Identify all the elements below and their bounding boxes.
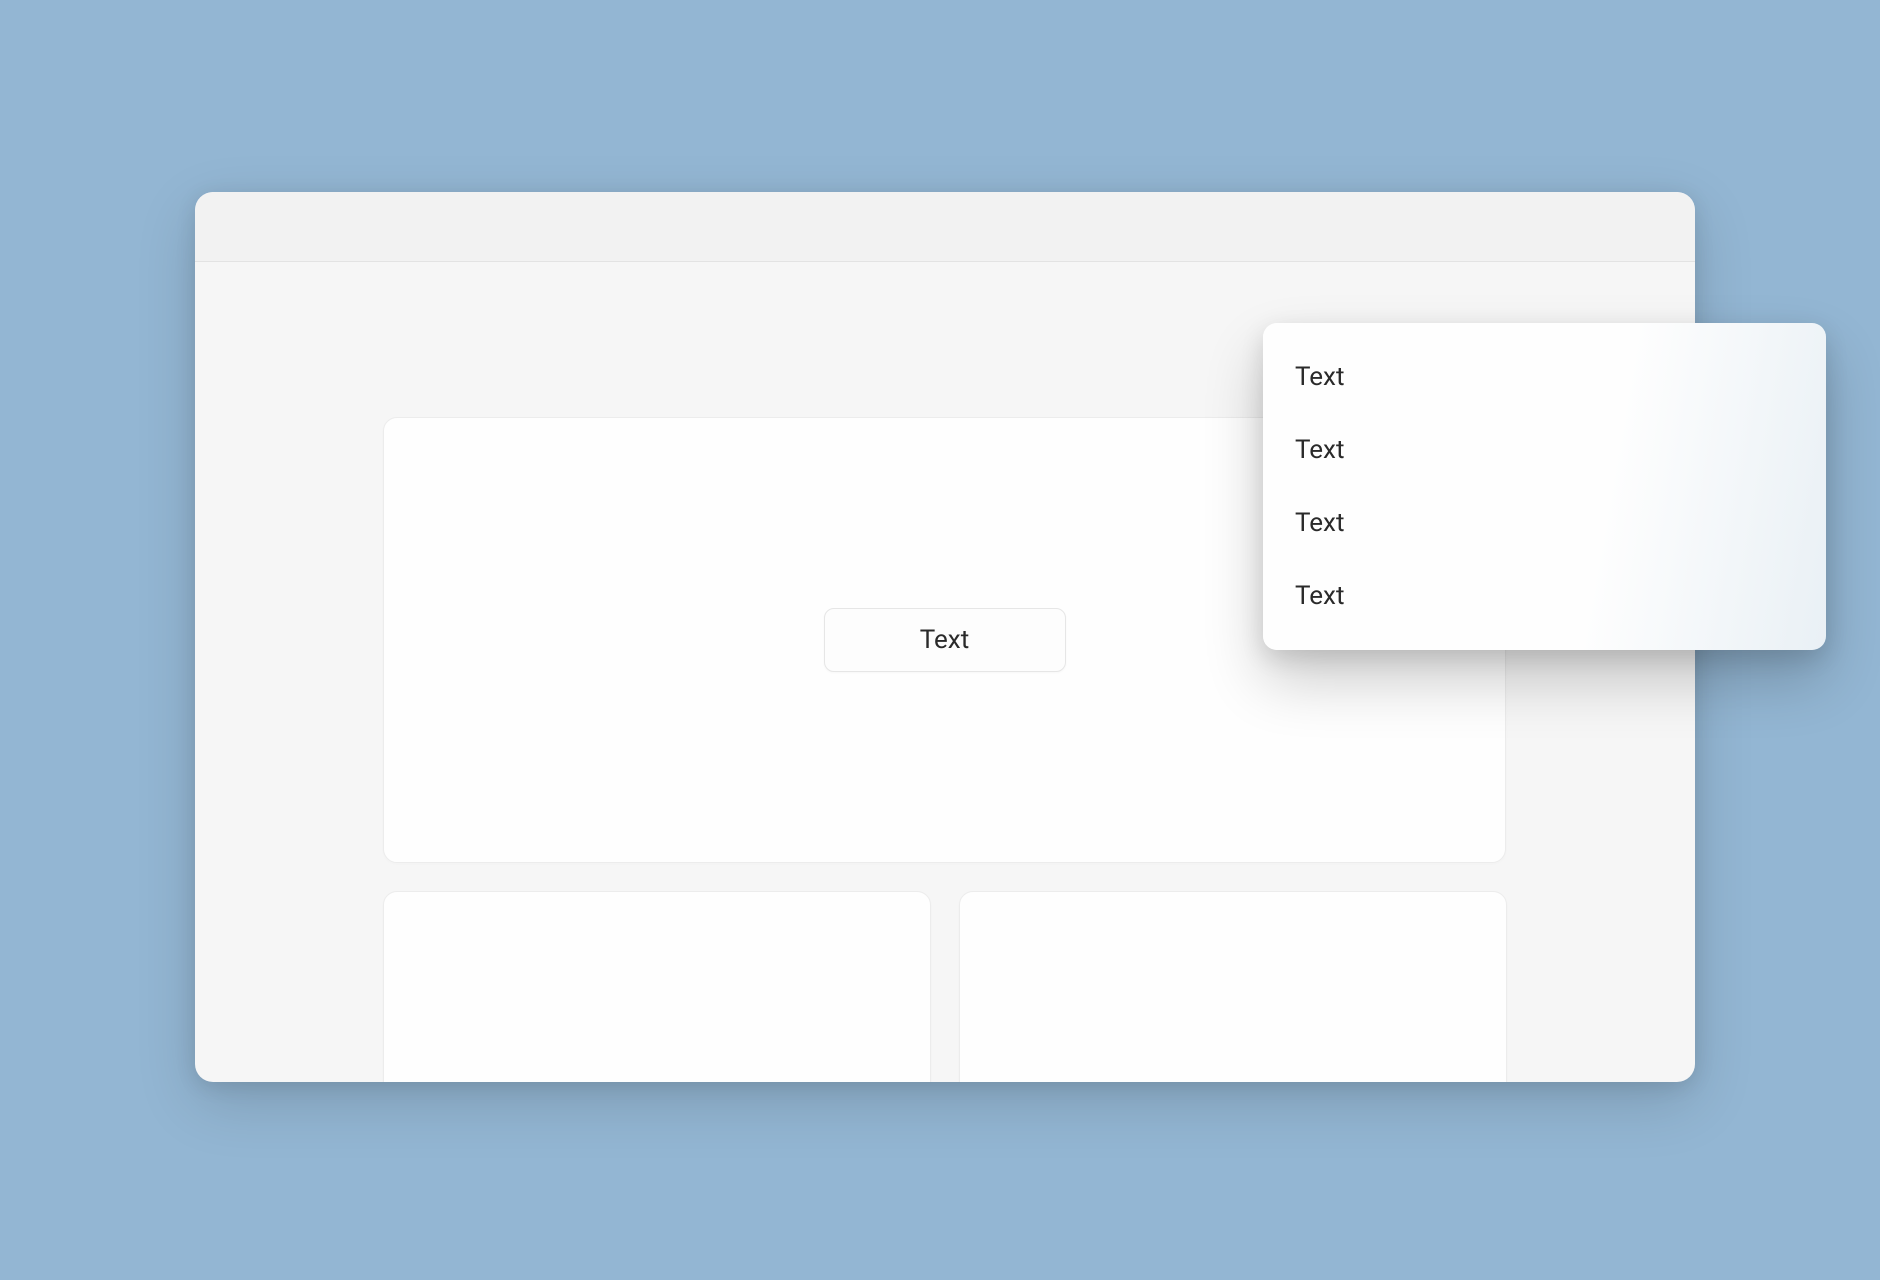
menu-item-1[interactable]: Text	[1263, 424, 1826, 476]
titlebar	[195, 192, 1695, 262]
menu-item-3[interactable]: Text	[1263, 570, 1826, 622]
menu-item-0[interactable]: Text	[1263, 351, 1826, 403]
menu-item-2[interactable]: Text	[1263, 497, 1826, 549]
text-button[interactable]: Text	[824, 608, 1066, 672]
dropdown-menu: Text Text Text Text	[1263, 323, 1826, 650]
card-right	[959, 891, 1507, 1082]
card-left	[383, 891, 931, 1082]
card-row	[383, 891, 1507, 1082]
